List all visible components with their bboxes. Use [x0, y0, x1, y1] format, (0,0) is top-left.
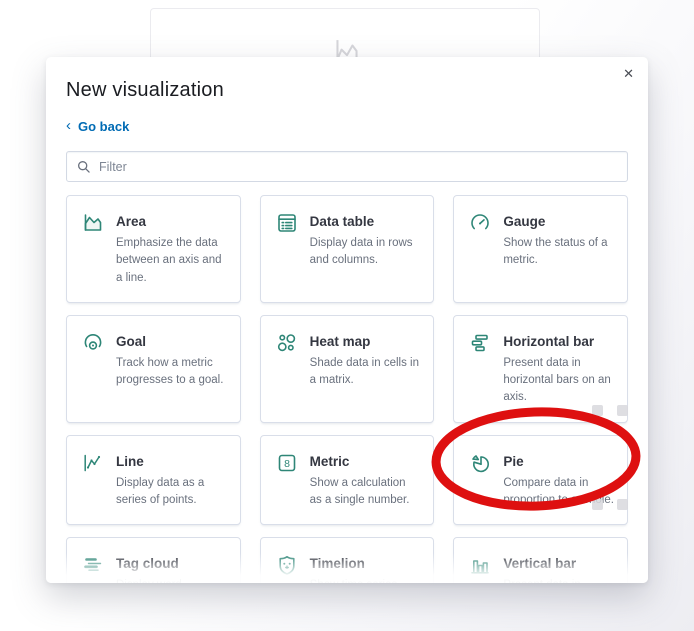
heat-map-icon	[276, 332, 298, 407]
filter-search-box[interactable]	[66, 151, 628, 182]
search-icon	[78, 160, 90, 173]
card-description: Track how a metric progresses to a goal.	[116, 356, 224, 386]
svg-text:8: 8	[284, 458, 290, 470]
viz-card-timelion[interactable]: Timelion Show time series data on a grap…	[259, 537, 435, 583]
modal-title: New visualization	[66, 79, 224, 101]
card-title: Gauge	[503, 214, 546, 229]
card-title: Heat map	[309, 333, 371, 349]
card-description: Show a calculation as a single number.	[309, 476, 410, 506]
data-table-icon	[276, 212, 298, 287]
card-title: Area	[116, 214, 147, 229]
card-description: Display data as a series of points.	[116, 476, 205, 506]
area-chart-icon	[82, 212, 104, 287]
card-description: Show time series data on a graph.	[310, 577, 421, 583]
card-description: Display data in rows and columns.	[309, 237, 413, 267]
filter-input[interactable]	[99, 159, 617, 174]
viz-card-line[interactable]: Line Display data as a series of points.	[66, 434, 241, 525]
viz-card-goal[interactable]: Goal Track how a metric progresses to a …	[66, 314, 241, 423]
viz-card-vertical-bar[interactable]: Vertical bar Present data in vertical ba…	[453, 537, 628, 583]
card-title: Pie	[503, 453, 524, 469]
vertical-bar-icon	[469, 554, 491, 583]
line-chart-icon	[82, 452, 104, 510]
card-title: Metric	[309, 453, 350, 469]
new-visualization-modal: ✕ New visualization ‹ Go back Area Empha…	[46, 57, 648, 583]
card-title: Tag cloud	[116, 556, 179, 571]
go-back-link[interactable]: ‹ Go back	[66, 117, 130, 134]
gauge-icon	[469, 212, 491, 287]
card-description: Shade data in cells in a matrix.	[309, 356, 419, 386]
viz-card-pie[interactable]: Pie Compare data in proportion to a whol…	[453, 434, 628, 525]
card-description: Emphasize the data between an axis and a…	[116, 237, 222, 284]
chevron-left-icon: ‹	[66, 117, 71, 134]
card-description: Compare data in proportion to a whole.	[503, 476, 614, 506]
go-back-label: Go back	[78, 119, 130, 134]
viz-card-horizontal-bar[interactable]: Horizontal bar Present data in horizonta…	[453, 314, 628, 423]
viz-card-gauge[interactable]: Gauge Show the status of a metric.	[453, 195, 628, 303]
metric-icon: 8	[276, 452, 298, 510]
viz-card-tag-cloud[interactable]: Tag cloud Display word frequency with fo…	[66, 537, 241, 583]
card-title: Timelion	[309, 556, 365, 571]
horizontal-bar-icon	[469, 332, 491, 407]
card-title: Data table	[309, 214, 375, 229]
card-description: Present data in horizontal bars on an ax…	[503, 356, 611, 404]
pie-chart-icon	[469, 452, 491, 510]
viz-card-heat-map[interactable]: Heat map Shade data in cells in a matrix…	[259, 314, 435, 423]
card-description: Display word frequency with font size.	[116, 577, 227, 583]
tag-cloud-icon	[82, 554, 104, 583]
goal-icon	[82, 332, 104, 407]
card-title: Line	[116, 453, 144, 469]
card-title: Goal	[116, 333, 147, 349]
card-description: Show the status of a metric.	[503, 237, 608, 267]
viz-card-metric[interactable]: 8 Metric Show a calculation as a single …	[259, 434, 435, 525]
viz-card-area[interactable]: Area Emphasize the data between an axis …	[66, 195, 241, 303]
card-title: Vertical bar	[503, 556, 577, 571]
card-title: Horizontal bar	[503, 333, 595, 349]
visualization-card-grid: Area Emphasize the data between an axis …	[66, 195, 628, 583]
card-description: Present data in vertical bars on an axis…	[503, 577, 614, 583]
viz-card-data-table[interactable]: Data table Display data in rows and colu…	[259, 195, 435, 303]
timelion-icon	[276, 554, 298, 583]
